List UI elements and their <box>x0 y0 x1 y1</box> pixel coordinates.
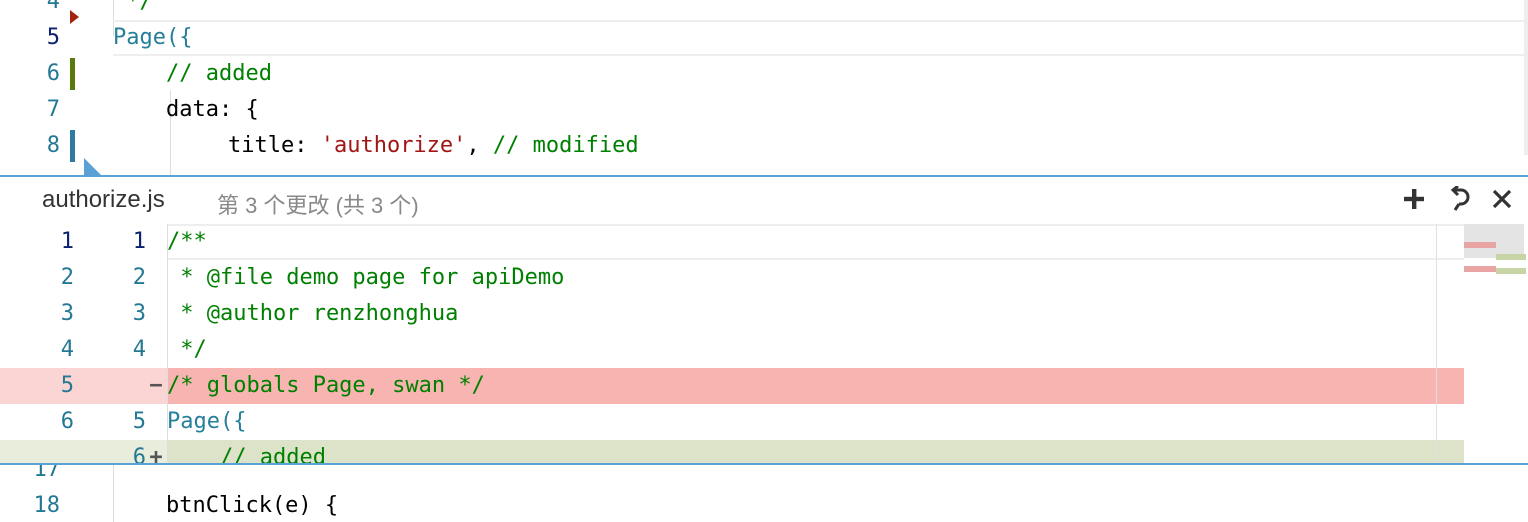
modified-line-number: 4 <box>132 337 146 362</box>
code-text: Page({ <box>167 409 247 434</box>
minimap[interactable] <box>1464 224 1528 463</box>
minimap-added-line <box>1496 254 1526 260</box>
minimap-deleted-line <box>1464 266 1496 272</box>
peek-pointer-icon <box>84 158 102 176</box>
diff-editor[interactable]: 1 1 /** 2 2 * @file demo page for apiDem… <box>0 224 1528 465</box>
code-text: /** <box>167 229 207 254</box>
line-number: 4 <box>46 0 60 14</box>
line-number: 18 <box>33 493 61 518</box>
original-line-number: 4 <box>60 337 74 362</box>
code-line[interactable]: 17 <box>0 465 1528 488</box>
current-line-highlight <box>113 20 1528 56</box>
peek-file-name: authorize.js <box>42 186 165 213</box>
added-sign-icon: + <box>149 445 163 465</box>
added-marker[interactable] <box>70 58 75 90</box>
current-line-highlight <box>167 224 1464 260</box>
code-text: * @file demo page for apiDemo <box>167 265 565 290</box>
diff-row-added[interactable]: 6 + // added <box>0 440 1464 465</box>
code-text: // added <box>167 445 326 465</box>
code-text: // added <box>113 61 272 86</box>
code-text: /* globals Page, swan */ <box>167 373 485 398</box>
code-line[interactable]: 4 */ <box>0 0 1528 20</box>
original-line-number: 1 <box>60 229 74 254</box>
code-line[interactable]: 6 // added <box>0 56 1528 92</box>
code-text: title: 'authorize', // modified <box>228 133 639 158</box>
peek-header: authorize.js 第 3 个更改 (共 3 个) <box>0 177 1528 224</box>
deleted-sign-icon: − <box>149 373 163 398</box>
modified-marker[interactable] <box>70 130 75 162</box>
original-line-number: 3 <box>60 301 74 326</box>
vertical-ruler <box>1436 224 1437 463</box>
code-text: btnClick(e) { <box>113 493 339 518</box>
code-text: * @author renzhonghua <box>167 301 459 326</box>
code-text: */ <box>167 337 207 362</box>
code-text: */ <box>113 0 153 14</box>
modified-line-number: 5 <box>132 409 146 434</box>
code-line[interactable]: 5 Page({ <box>0 20 1528 56</box>
code-text: Page({ <box>113 25 193 50</box>
minimap-deleted-line <box>1464 242 1496 248</box>
modified-line-number: 1 <box>132 229 146 254</box>
revert-change-button[interactable] <box>1442 183 1474 215</box>
diff-row[interactable]: 1 1 /** <box>0 224 1464 260</box>
diff-row[interactable]: 2 2 * @file demo page for apiDemo <box>0 260 1464 296</box>
minimap-viewport[interactable] <box>1464 224 1524 258</box>
modified-line-number: 6 <box>132 445 146 465</box>
original-line-number: 5 <box>60 373 74 398</box>
close-icon <box>1492 189 1512 209</box>
minimap-added-line <box>1496 268 1526 274</box>
code-line[interactable]: 7 data: { <box>0 92 1528 128</box>
original-line-number: 6 <box>60 409 74 434</box>
revert-icon <box>1450 186 1470 211</box>
code-line[interactable]: 8 title: 'authorize', // modified <box>0 128 1528 164</box>
modified-line-number: 3 <box>132 301 146 326</box>
line-number: 8 <box>46 133 60 158</box>
peek-actions <box>1398 183 1518 215</box>
editor-top[interactable]: 4 */ 5 Page({ 6 // added 7 data: { 8 tit… <box>0 0 1528 176</box>
original-line-number: 2 <box>60 265 74 290</box>
diff-row[interactable]: 4 4 */ <box>0 332 1464 368</box>
diff-row-deleted[interactable]: 5 − /* globals Page, swan */ <box>0 368 1464 404</box>
gutter-divider <box>167 224 168 463</box>
add-icon <box>1404 189 1424 209</box>
diff-row[interactable]: 3 3 * @author renzhonghua <box>0 296 1464 332</box>
diff-row[interactable]: 6 5 Page({ <box>0 404 1464 440</box>
line-number: 6 <box>46 61 60 86</box>
code-text: data: { <box>113 97 259 122</box>
line-number: 5 <box>46 25 60 50</box>
peek-change-info: 第 3 个更改 (共 3 个) <box>217 193 419 218</box>
dirty-diff-peek[interactable]: authorize.js 第 3 个更改 (共 3 个) 1 1 /** 2 2… <box>0 175 1528 465</box>
editor-bottom[interactable]: 17 18 btnClick(e) { <box>0 465 1528 522</box>
close-peek-button[interactable] <box>1486 183 1518 215</box>
line-number: 17 <box>33 465 61 482</box>
stage-change-button[interactable] <box>1398 183 1430 215</box>
modified-line-number: 2 <box>132 265 146 290</box>
code-line[interactable]: 18 btnClick(e) { <box>0 488 1528 522</box>
line-number: 7 <box>46 97 60 122</box>
